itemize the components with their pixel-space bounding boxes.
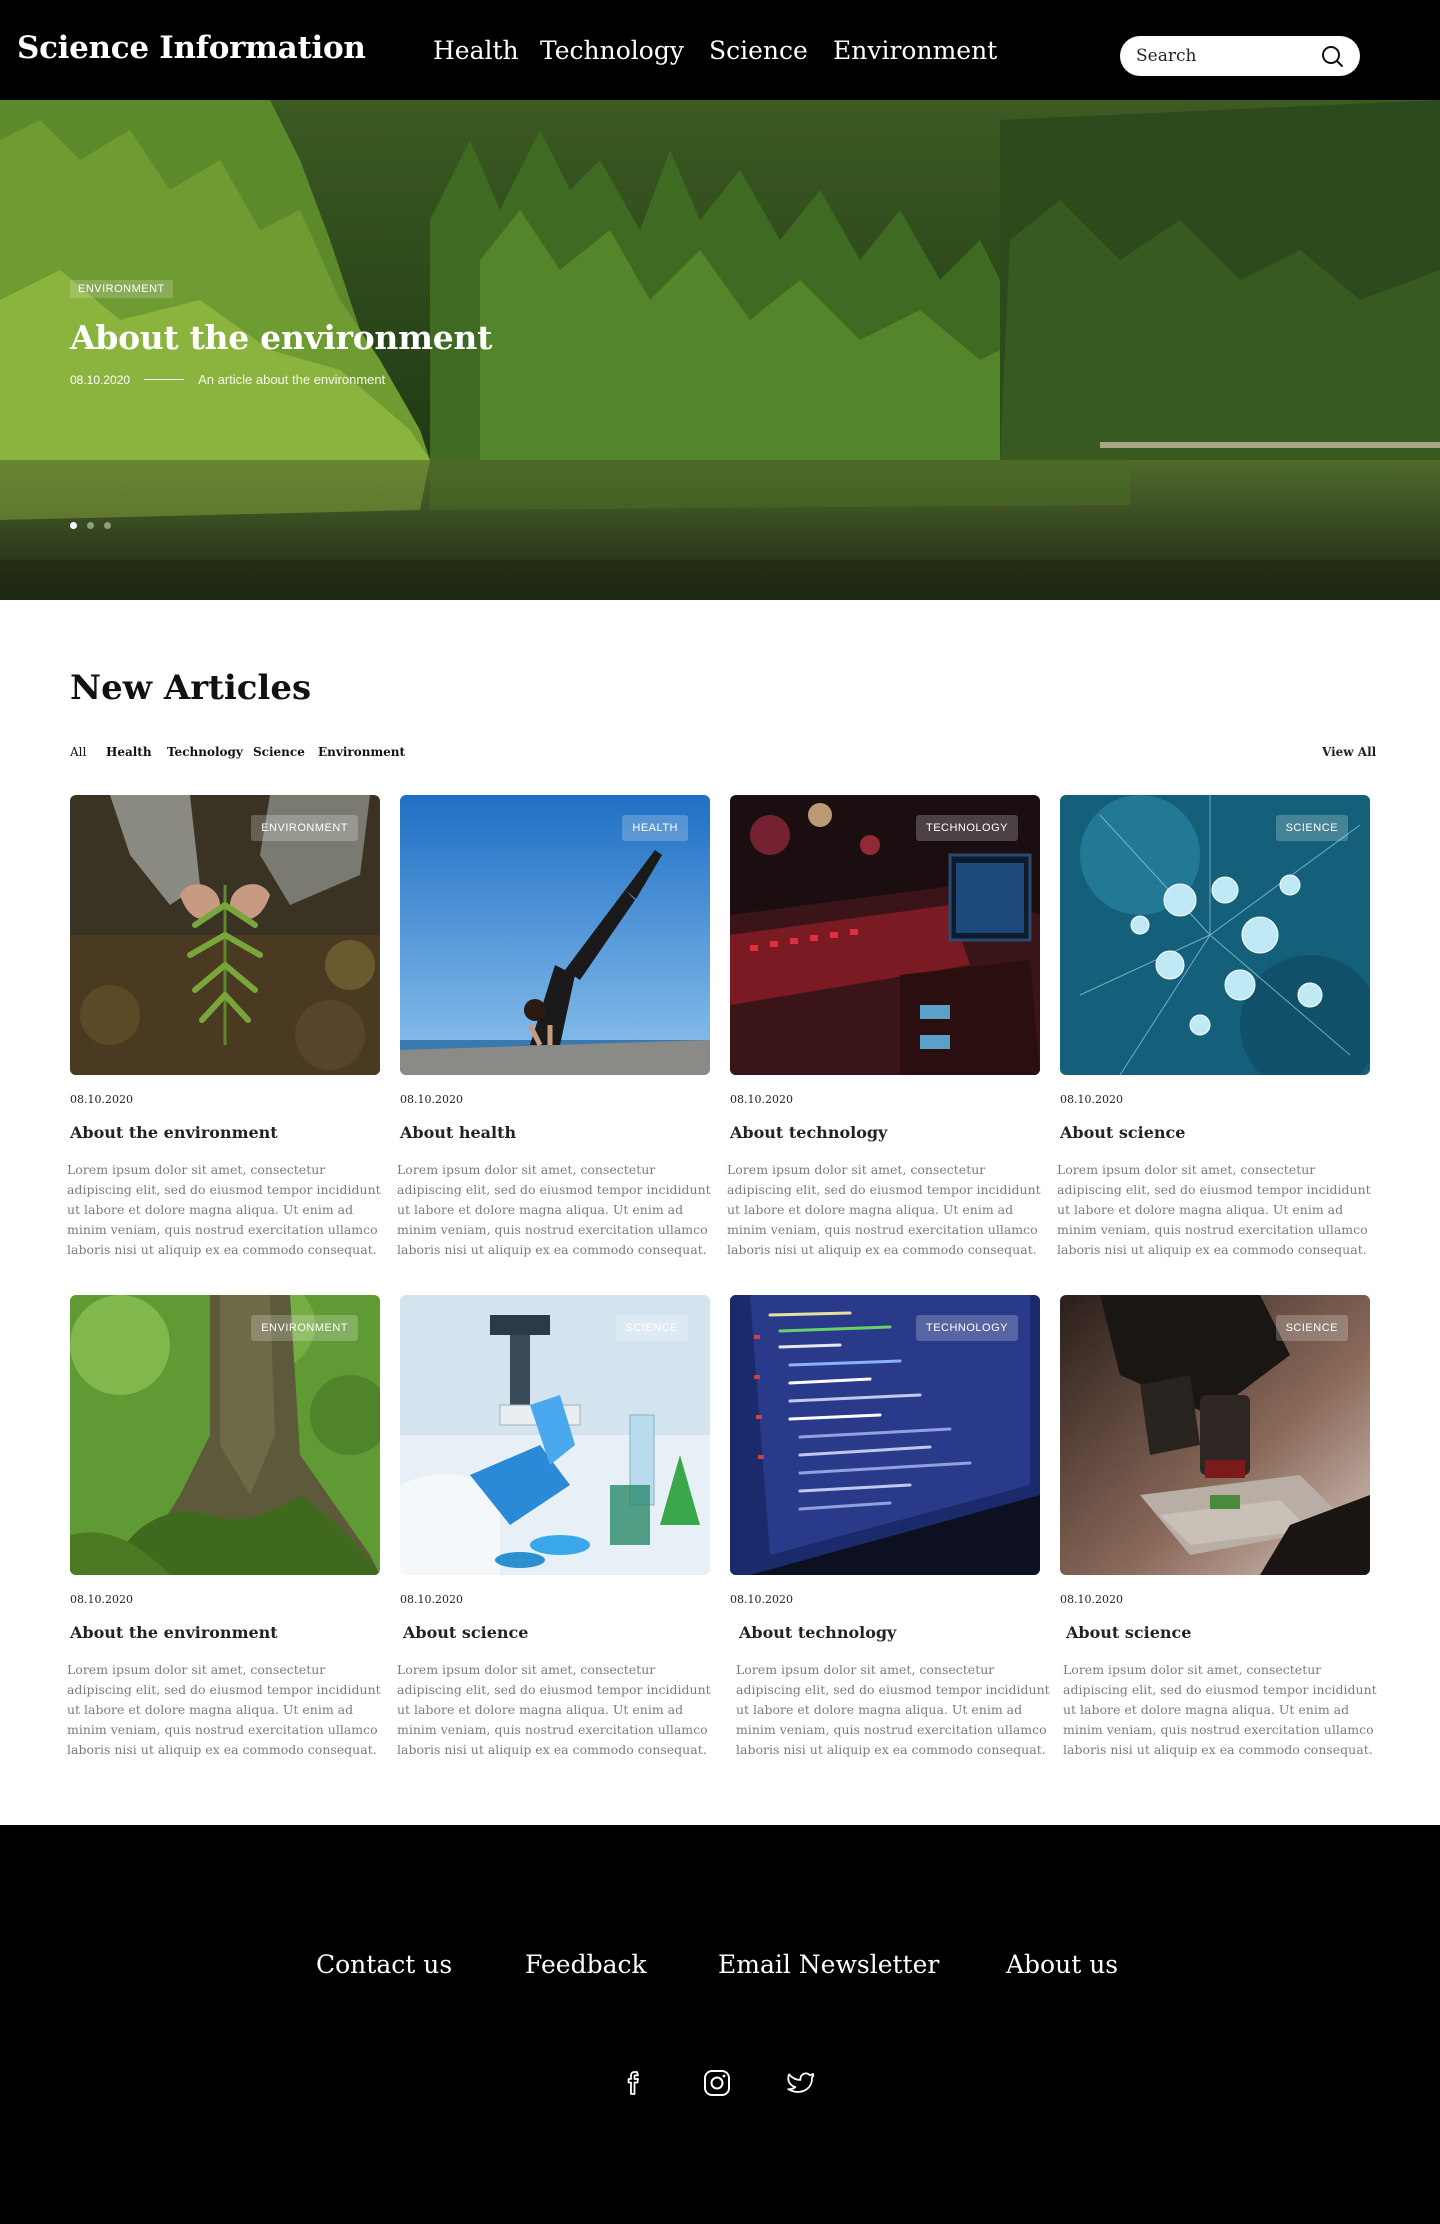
search-input[interactable] bbox=[1136, 44, 1306, 68]
article-category-badge: TECHNOLOGY bbox=[915, 815, 1018, 841]
filter-health[interactable]: Health bbox=[106, 745, 152, 759]
site-logo[interactable]: Science Information bbox=[17, 30, 366, 66]
nav-health[interactable]: Health bbox=[433, 36, 519, 65]
article-title[interactable]: About science bbox=[1066, 1623, 1191, 1642]
article-image[interactable]: ENVIRONMENT bbox=[70, 1295, 380, 1575]
hero-carousel[interactable]: ENVIRONMENT About the environment 08.10.… bbox=[0, 100, 1440, 600]
article-category-badge: SCIENCE bbox=[1275, 815, 1348, 841]
article-title[interactable]: About science bbox=[1060, 1123, 1185, 1142]
article-title[interactable]: About technology bbox=[730, 1123, 887, 1142]
article-image[interactable]: SCIENCE bbox=[1060, 795, 1370, 1075]
article-title[interactable]: About science bbox=[403, 1623, 528, 1642]
carousel-dot-2[interactable] bbox=[87, 522, 94, 529]
search-icon[interactable] bbox=[1320, 44, 1344, 68]
instagram-icon[interactable] bbox=[701, 2067, 733, 2099]
article-date: 08.10.2020 bbox=[400, 1593, 463, 1606]
site-header: Science Information Health Technology Sc… bbox=[0, 0, 1440, 100]
search-box bbox=[1120, 36, 1360, 76]
nav-science[interactable]: Science bbox=[709, 36, 808, 65]
article-date: 08.10.2020 bbox=[730, 1593, 793, 1606]
article-title[interactable]: About technology bbox=[739, 1623, 896, 1642]
article-category-badge: ENVIRONMENT bbox=[251, 1315, 358, 1341]
hero-title[interactable]: About the environment bbox=[70, 318, 492, 357]
article-category-badge: SCIENCE bbox=[615, 1315, 688, 1341]
article-category-badge: TECHNOLOGY bbox=[915, 1315, 1018, 1341]
hero-meta: 08.10.2020 An article about the environm… bbox=[70, 372, 385, 387]
nav-technology[interactable]: Technology bbox=[540, 36, 684, 65]
article-date: 08.10.2020 bbox=[70, 1093, 133, 1106]
twitter-icon[interactable] bbox=[784, 2067, 816, 2099]
article-excerpt: Lorem ipsum dolor sit amet, consectetur … bbox=[727, 1162, 1041, 1257]
article-title[interactable]: About health bbox=[400, 1123, 516, 1142]
carousel-dot-1[interactable] bbox=[70, 522, 77, 529]
article-image[interactable]: TECHNOLOGY bbox=[730, 1295, 1040, 1575]
hero-subtitle: An article about the environment bbox=[198, 372, 386, 387]
carousel-dot-3[interactable] bbox=[104, 522, 111, 529]
article-date: 08.10.2020 bbox=[70, 1593, 133, 1606]
article-date: 08.10.2020 bbox=[400, 1093, 463, 1106]
hero-date: 08.10.2020 bbox=[70, 372, 131, 387]
article-excerpt: Lorem ipsum dolor sit amet, consectetur … bbox=[397, 1162, 711, 1257]
article-image[interactable]: TECHNOLOGY bbox=[730, 795, 1040, 1075]
hero-meta-divider bbox=[144, 379, 185, 380]
article-excerpt: Lorem ipsum dolor sit amet, consectetur … bbox=[397, 1662, 711, 1757]
nav-environment[interactable]: Environment bbox=[833, 36, 997, 65]
article-image[interactable]: SCIENCE bbox=[400, 1295, 710, 1575]
article-excerpt: Lorem ipsum dolor sit amet, consectetur … bbox=[1057, 1162, 1371, 1257]
article-title[interactable]: About the environment bbox=[70, 1623, 278, 1642]
footer-newsletter-link[interactable]: Email Newsletter bbox=[718, 1950, 939, 1979]
article-excerpt: Lorem ipsum dolor sit amet, consectetur … bbox=[736, 1662, 1050, 1757]
article-date: 08.10.2020 bbox=[730, 1093, 793, 1106]
article-title[interactable]: About the environment bbox=[70, 1123, 278, 1142]
site-footer: Contact us Feedback Email Newsletter Abo… bbox=[0, 1825, 1440, 2224]
hero-category-badge: ENVIRONMENT bbox=[70, 280, 173, 298]
article-date: 08.10.2020 bbox=[1060, 1593, 1123, 1606]
filter-science[interactable]: Science bbox=[253, 745, 305, 759]
article-category-badge: HEALTH bbox=[622, 815, 688, 841]
article-image[interactable]: HEALTH bbox=[400, 795, 710, 1075]
footer-contact-link[interactable]: Contact us bbox=[316, 1950, 452, 1979]
article-excerpt: Lorem ipsum dolor sit amet, consectetur … bbox=[67, 1662, 381, 1757]
carousel-dots bbox=[70, 522, 121, 529]
section-title: New Articles bbox=[70, 668, 312, 708]
filter-technology[interactable]: Technology bbox=[167, 745, 243, 759]
facebook-icon[interactable] bbox=[618, 2067, 650, 2099]
article-image[interactable]: SCIENCE bbox=[1060, 1295, 1370, 1575]
article-date: 08.10.2020 bbox=[1060, 1093, 1123, 1106]
article-excerpt: Lorem ipsum dolor sit amet, consectetur … bbox=[67, 1162, 381, 1257]
filter-all[interactable]: All bbox=[70, 745, 86, 759]
footer-feedback-link[interactable]: Feedback bbox=[525, 1950, 647, 1979]
article-category-badge: SCIENCE bbox=[1275, 1315, 1348, 1341]
article-category-badge: ENVIRONMENT bbox=[251, 815, 358, 841]
article-excerpt: Lorem ipsum dolor sit amet, consectetur … bbox=[1063, 1662, 1377, 1757]
filter-environment[interactable]: Environment bbox=[318, 745, 405, 759]
article-image[interactable]: ENVIRONMENT bbox=[70, 795, 380, 1075]
footer-about-link[interactable]: About us bbox=[1006, 1950, 1118, 1979]
view-all-link[interactable]: View All bbox=[1322, 745, 1376, 759]
